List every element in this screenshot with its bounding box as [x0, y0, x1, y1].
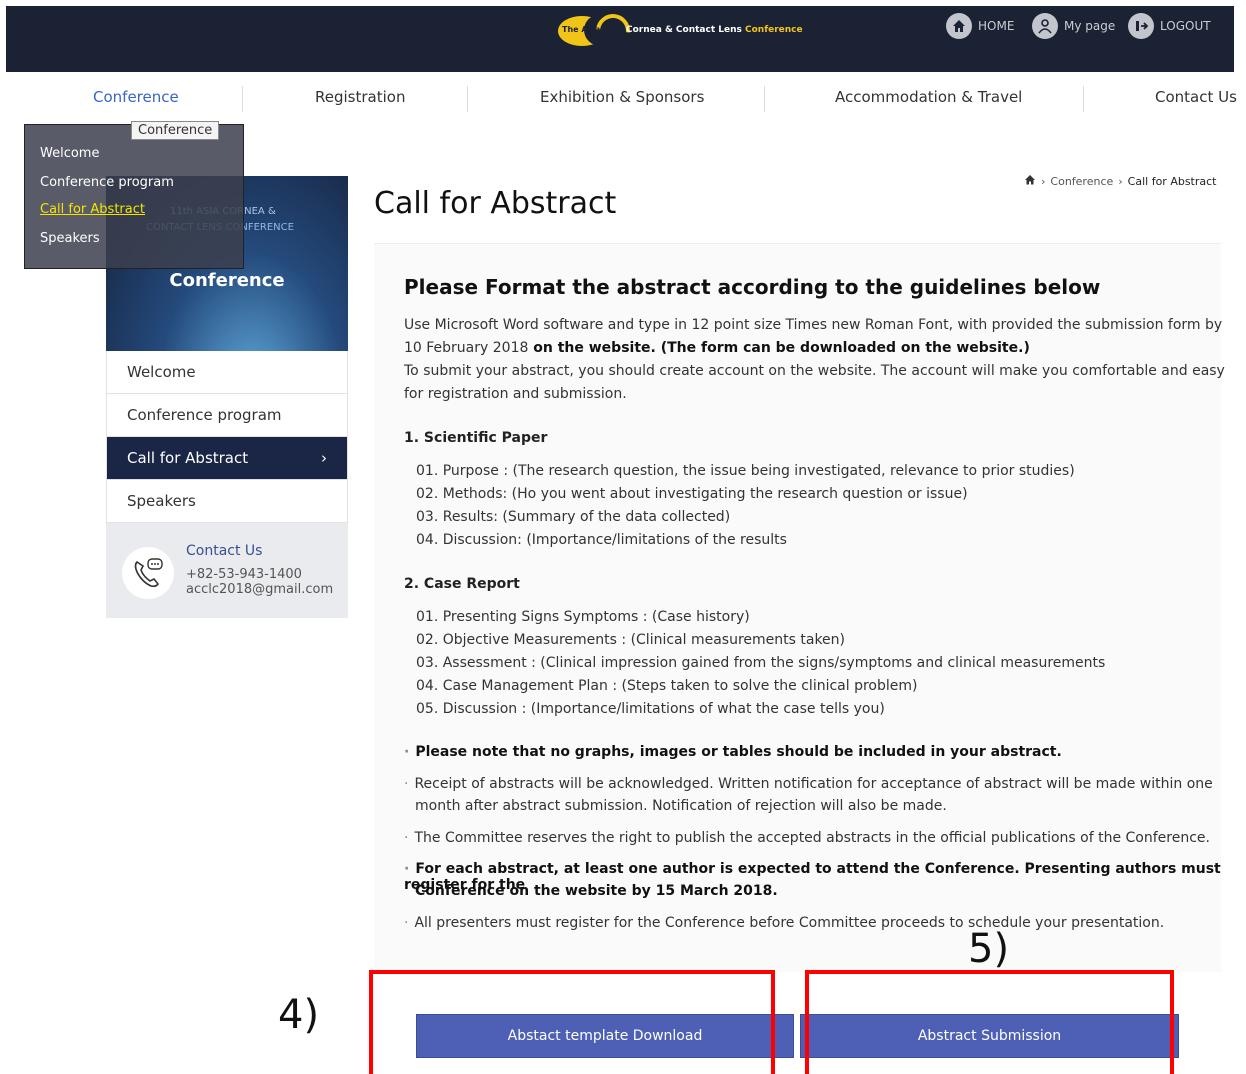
contact-phone: +82-53-943-1400 [186, 567, 302, 582]
nav-divider [242, 86, 243, 112]
nav-registration[interactable]: Registration [315, 88, 405, 106]
chevron-right-icon: › [321, 449, 327, 467]
nav-divider [467, 86, 468, 112]
user-icon [1032, 13, 1058, 39]
note-bullet: · Receipt of abstracts will be acknowledg… [404, 776, 1213, 792]
note-bullet-continuation: Conference on the website by 15 March 20… [415, 883, 778, 899]
conference-logo[interactable]: The Asia Cornea & Contact Lens Conferenc… [554, 7, 803, 55]
sidebar-item-call-for-abstract[interactable]: Call for Abstract › [106, 437, 348, 480]
logout-label: LOGOUT [1160, 19, 1211, 33]
sidebar-contact-box: Contact Us +82-53-943-1400 acclc2018@gma… [106, 523, 348, 618]
dropdown-item-welcome[interactable]: Welcome [40, 146, 99, 161]
case-report-heading: 2. Case Report [404, 576, 520, 592]
dropdown-item-speakers[interactable]: Speakers [40, 231, 100, 246]
note-text: Receipt of abstracts will be acknowledge… [414, 776, 1213, 792]
page-title: Call for Abstract [374, 186, 617, 221]
annotation-label-5: 5) [968, 926, 1010, 972]
logo-tagline: Cornea & Contact Lens Conference [626, 25, 803, 35]
intro-line-3: To submit your abstract, you should crea… [404, 363, 1225, 379]
breadcrumb: › Conference › Call for Abstract [1024, 174, 1217, 188]
contact-email[interactable]: acclc2018@gmail.com [186, 582, 333, 597]
list-item: 03. Assessment : (Clinical impression ga… [416, 655, 1106, 671]
intro-line-2: 10 February 2018 on the website. (The fo… [404, 340, 1030, 356]
note-text: The Committee reserves the right to publ… [414, 830, 1210, 846]
note-text: All presenters must register for the Con… [414, 915, 1165, 931]
note-bullet-continuation: month after abstract submission. Notific… [415, 798, 947, 814]
nav-exhibition-sponsors[interactable]: Exhibition & Sponsors [540, 88, 704, 106]
sidebar-menu: Welcome Conference program Call for Abst… [106, 351, 348, 523]
breadcrumb-current: Call for Abstract [1127, 174, 1217, 188]
list-item: 04. Discussion: (Importance/limitations … [416, 532, 787, 548]
intro-line-1: Use Microsoft Word software and type in … [404, 317, 1223, 333]
dropdown-item-call-for-abstract[interactable]: Call for Abstract [40, 202, 145, 217]
list-item: 01. Purpose : (The research question, th… [416, 463, 1075, 479]
bullet-dot-icon: · [404, 830, 409, 846]
breadcrumb-separator-icon: › [1118, 174, 1123, 188]
logout-icon [1128, 13, 1154, 39]
conference-dropdown-menu: Conference Welcome Conference program Ca… [24, 121, 244, 269]
list-item: 04. Case Management Plan : (Steps taken … [416, 678, 918, 694]
breadcrumb-separator-icon: › [1041, 174, 1046, 188]
sidebar-item-label: Call for Abstract [127, 449, 249, 467]
nav-accommodation-travel[interactable]: Accommodation & Travel [835, 88, 1022, 106]
intro-line-4: for registration and submission. [404, 386, 627, 402]
dropdown-tooltip-label: Conference [131, 121, 220, 140]
top-header: The Asia Cornea & Contact Lens Conferenc… [6, 6, 1234, 72]
bullet-dot-icon: · [404, 744, 410, 760]
note-text: Please note that no graphs, images or ta… [415, 744, 1062, 760]
bullet-dot-icon: · [404, 776, 409, 792]
phone-chat-icon [122, 547, 174, 599]
dropdown-item-conference-program[interactable]: Conference program [40, 175, 174, 190]
nav-divider [1083, 86, 1084, 112]
scientific-paper-heading: 1. Scientific Paper [404, 430, 548, 446]
intro-deadline: 10 February 2018 [404, 340, 529, 356]
nav-divider [764, 86, 765, 112]
banner-title: Conference [169, 270, 285, 291]
home-icon [946, 13, 972, 39]
highlight-box-download [369, 970, 775, 1074]
logo-brand: The Asia [562, 25, 601, 34]
logo-tagline-main: Cornea & Contact Lens [626, 25, 742, 35]
nav-conference[interactable]: Conference [93, 88, 179, 106]
nav-contact-us[interactable]: Contact Us [1155, 88, 1237, 106]
bullet-dot-icon: · [404, 861, 410, 877]
bullet-dot-icon: · [404, 915, 409, 931]
breadcrumb-conference[interactable]: Conference [1050, 175, 1113, 188]
list-item: 05. Discussion : (Importance/limitations… [416, 701, 885, 717]
sidebar-item-conference-program[interactable]: Conference program [106, 394, 348, 437]
note-bullet: · The Committee reserves the right to pub… [404, 830, 1210, 846]
home-icon[interactable] [1024, 174, 1036, 188]
list-item: 01. Presenting Signs Symptoms : (Case hi… [416, 609, 750, 625]
home-label: HOME [978, 19, 1015, 33]
logo-tagline-accent: Conference [745, 25, 803, 35]
list-item: 02. Objective Measurements : (Clinical m… [416, 632, 846, 648]
sidebar-item-welcome[interactable]: Welcome [106, 351, 348, 394]
main-navigation: Conference Registration Exhibition & Spo… [0, 74, 1246, 124]
highlight-box-submission [805, 970, 1174, 1074]
note-bullet: · Please note that no graphs, images or t… [404, 744, 1062, 760]
list-item: 03. Results: (Summary of the data collec… [416, 509, 731, 525]
list-item: 02. Methods: (Ho you went about investig… [416, 486, 968, 502]
note-bullet: · All presenters must register for the Co… [404, 915, 1164, 931]
intro-website-note: on the website. (The form can be downloa… [528, 340, 1030, 356]
sidebar-item-speakers[interactable]: Speakers [106, 480, 348, 523]
my-page-link[interactable]: My page [1032, 13, 1115, 39]
section-title: Please Format the abstract according to … [404, 275, 1101, 299]
my-page-label: My page [1064, 19, 1116, 33]
home-link[interactable]: HOME [946, 13, 1014, 39]
annotation-label-4: 4) [278, 992, 320, 1038]
contact-title: Contact Us [186, 543, 263, 559]
logout-link[interactable]: LOGOUT [1128, 13, 1211, 39]
